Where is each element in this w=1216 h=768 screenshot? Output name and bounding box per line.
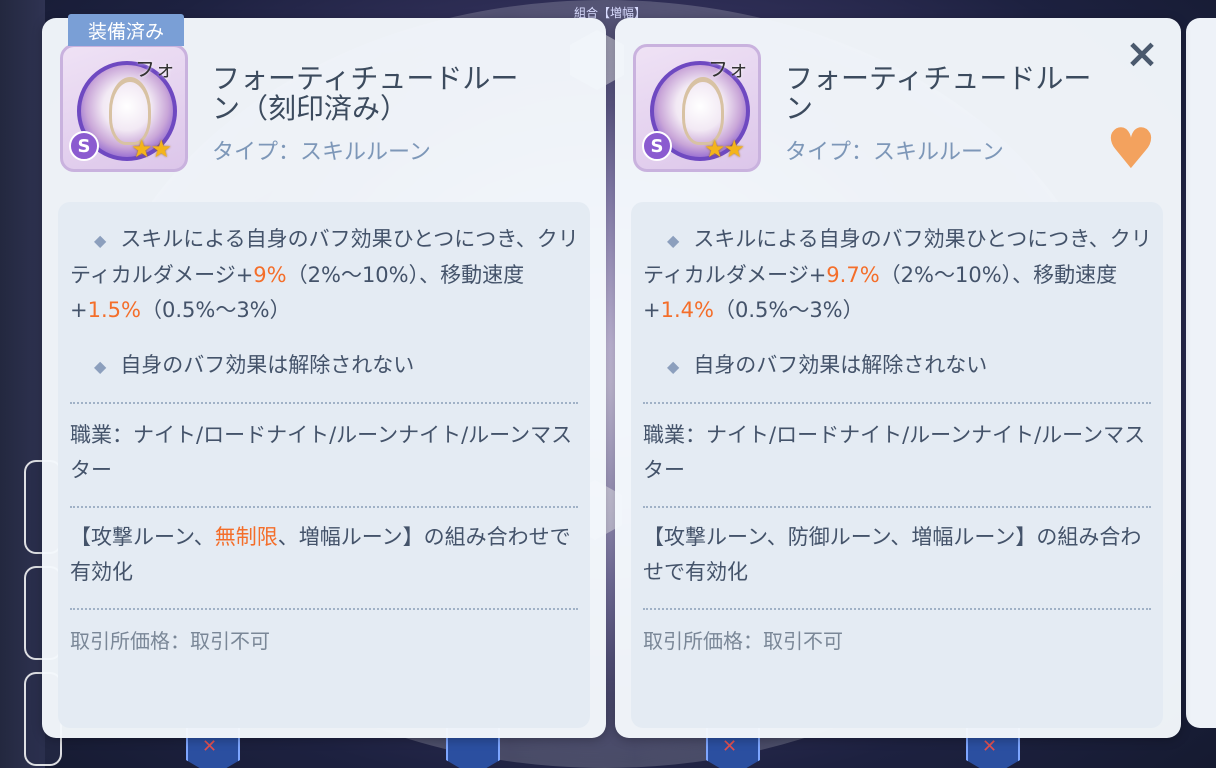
effect-1: ◆ スキルによる自身のバフ効果ひとつにつき、クリティカルダメージ+9.7%（2%～…: [643, 222, 1155, 328]
effect-text: 自身のバフ効果は解除されない: [120, 353, 415, 377]
divider: [70, 506, 578, 508]
divider: [70, 608, 578, 610]
trade-price: 取引所価格：取引不可: [70, 629, 270, 653]
icon-label: フォ: [708, 57, 748, 81]
combo-requirement: 【攻撃ルーン、防御ルーン、増幅ルーン】の組み合わせで有効化: [643, 525, 1142, 584]
item-type: タイプ：スキルルーン: [785, 140, 1004, 165]
item-icon: フォ S ★★: [60, 44, 188, 172]
combo-highlight: 無制限: [214, 525, 278, 549]
star-rating: ★★: [131, 135, 172, 163]
item-detail-card-compare: フォ S ★★ フォーティチュードルーン タイプ：スキルルーン ◆ スキルによる自…: [615, 18, 1181, 738]
effect-text: （0.5%～3%）: [713, 298, 864, 322]
job-requirement: 職業：ナイト/ロードナイト/ルーンナイト/ルーンマスター: [643, 423, 1146, 482]
favorite-heart-icon[interactable]: ♥: [1100, 122, 1162, 178]
description-box: ◆ スキルによる自身のバフ効果ひとつにつき、クリティカルダメージ+9%（2%～10…: [58, 202, 590, 728]
description-box: ◆ スキルによる自身のバフ効果ひとつにつき、クリティカルダメージ+9.7%（2%～…: [631, 202, 1163, 728]
equipped-tag: 装備済み: [68, 14, 184, 46]
combo-requirement: 【攻撃ルーン、無制限、増幅ルーン】の組み合わせで有効化: [70, 520, 582, 590]
divider: [643, 402, 1151, 404]
combo-text: 【攻撃ルーン、: [70, 525, 215, 549]
icon-label: フォ: [135, 57, 175, 81]
effect-1: ◆ スキルによる自身のバフ効果ひとつにつき、クリティカルダメージ+9%（2%～10…: [70, 222, 582, 328]
effect-text: 自身のバフ効果は解除されない: [693, 353, 988, 377]
trade-price: 取引所価格：取引不可: [643, 629, 843, 653]
rank-badge: S: [69, 131, 99, 161]
item-name: フォーティチュードルーン（刻印済み）: [212, 62, 519, 125]
star-rating: ★★: [704, 135, 745, 163]
crit-value: 9%: [253, 263, 287, 287]
effect-2: ◆ 自身のバフ効果は解除されない: [643, 348, 1155, 384]
diamond-bullet-icon: ◆: [667, 357, 680, 376]
cross-icon: ✕: [202, 736, 218, 757]
close-icon[interactable]: ×: [1120, 31, 1164, 77]
job-requirement: 職業：ナイト/ロードナイト/ルーンナイト/ルーンマスター: [70, 423, 573, 482]
item-name: フォーティチュードルーン: [785, 62, 1092, 125]
rank-badge: S: [642, 131, 672, 161]
right-side-panel: [1186, 18, 1216, 728]
item-type: タイプ：スキルルーン: [212, 140, 431, 165]
speed-value: 1.4%: [660, 298, 714, 322]
cross-icon: ✕: [722, 736, 738, 757]
cross-icon: ✕: [982, 736, 998, 757]
divider: [643, 608, 1151, 610]
diamond-bullet-icon: ◆: [667, 231, 680, 250]
divider: [643, 506, 1151, 508]
divider: [70, 402, 578, 404]
item-icon: フォ S ★★: [633, 44, 761, 172]
item-detail-card-equipped: フォ S ★★ フォーティチュードルーン（刻印済み） タイプ：スキルルーン ◆ ス…: [42, 18, 606, 738]
crit-value: 9.7%: [826, 263, 880, 287]
speed-value: 1.5%: [87, 298, 141, 322]
diamond-bullet-icon: ◆: [94, 231, 107, 250]
effect-text: （0.5%～3%）: [140, 298, 291, 322]
effect-2: ◆ 自身のバフ効果は解除されない: [70, 348, 582, 384]
diamond-bullet-icon: ◆: [94, 357, 107, 376]
